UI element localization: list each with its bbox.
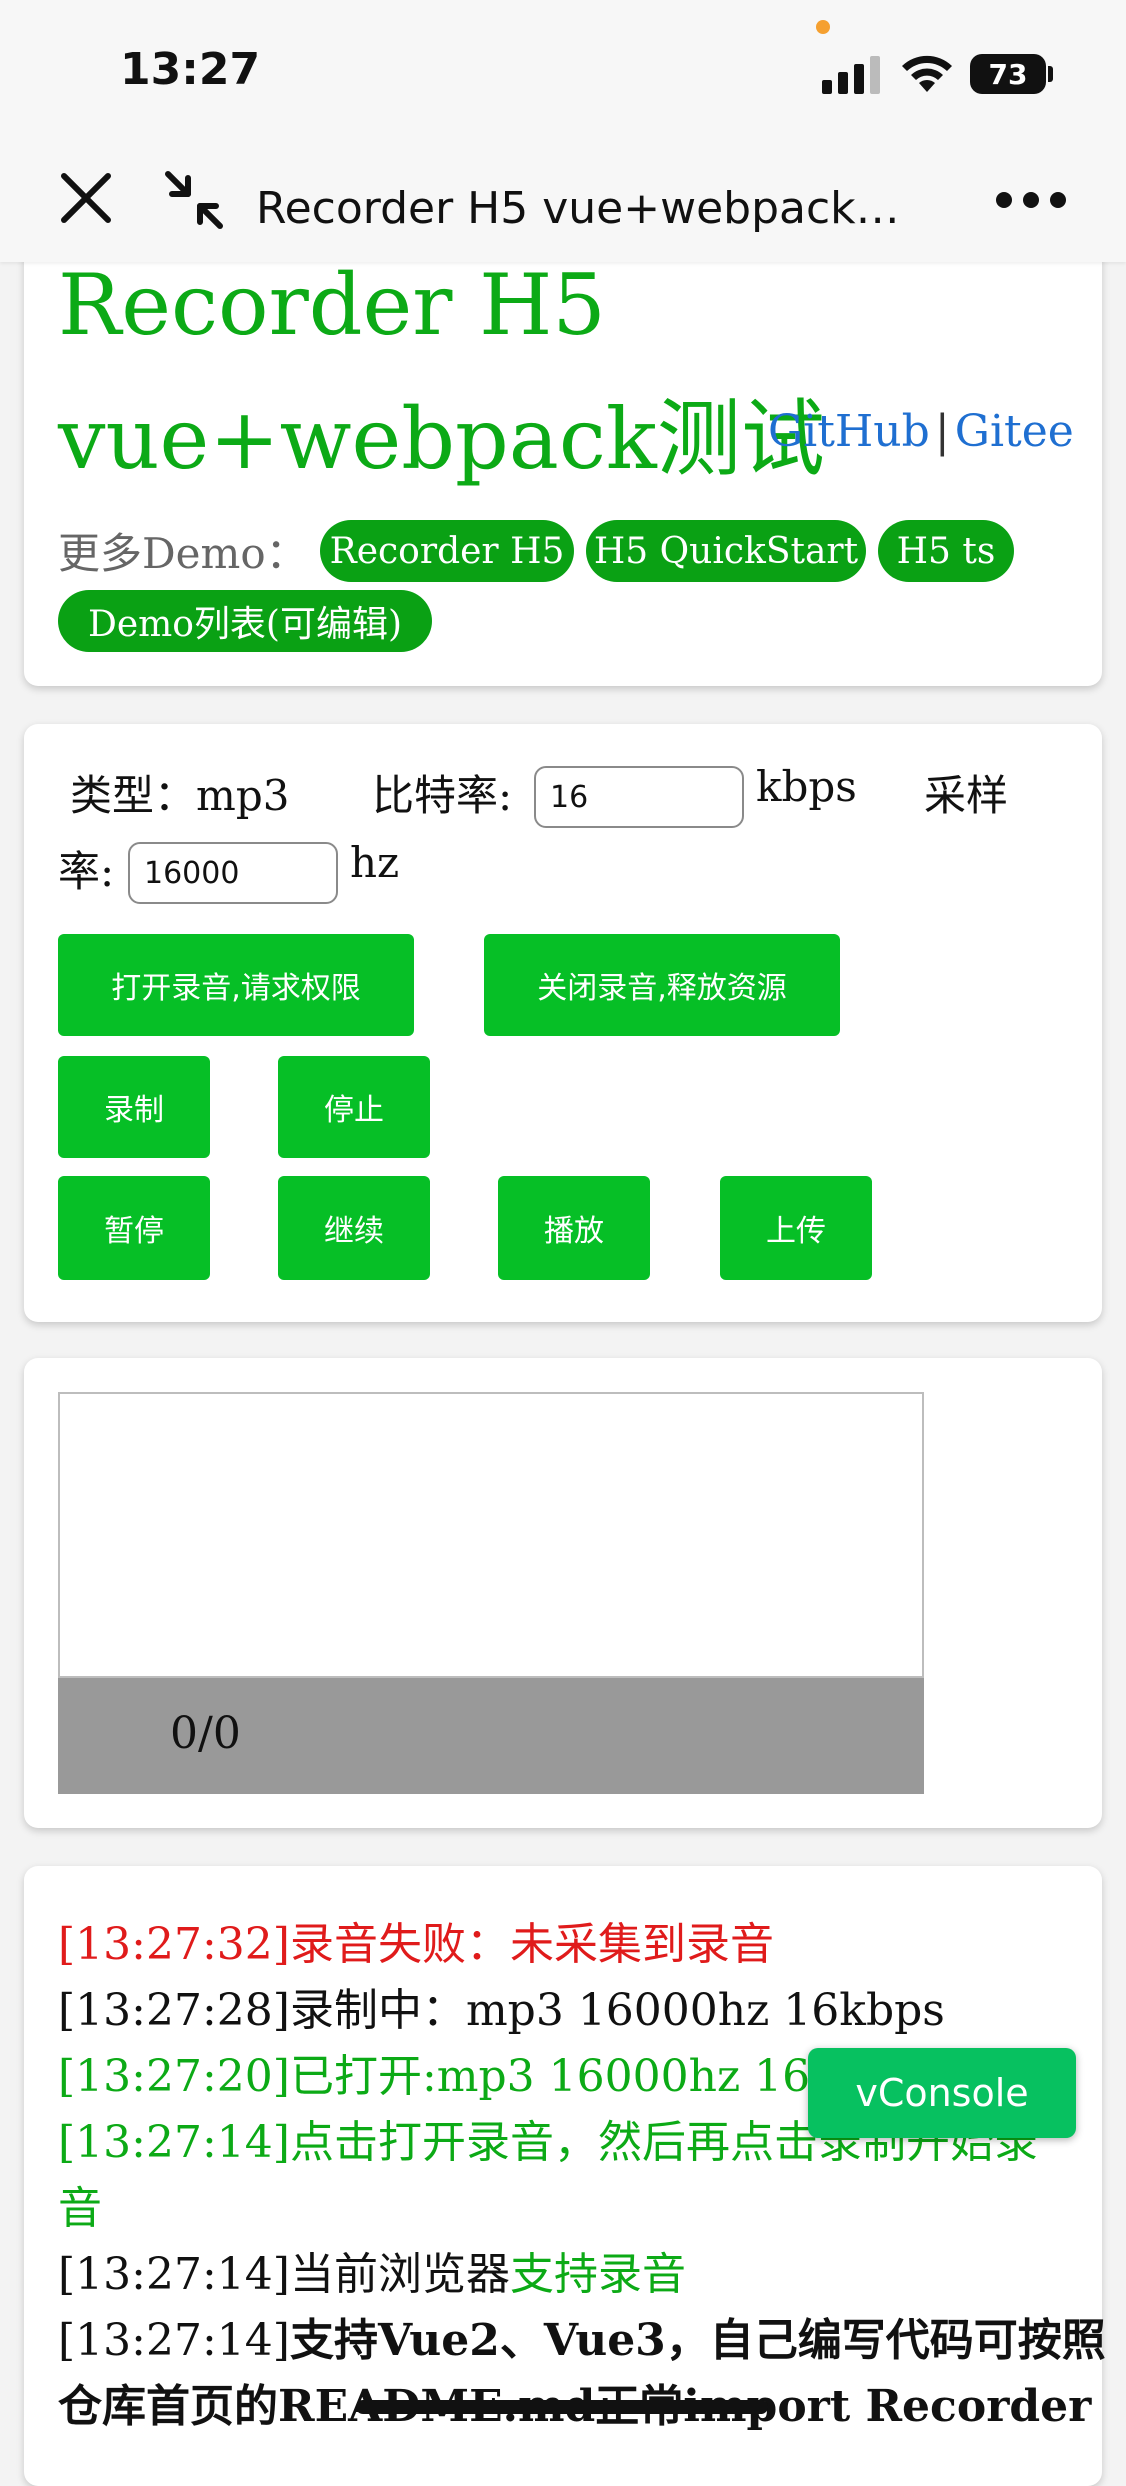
type-label: 类型：mp3	[70, 771, 290, 820]
waveform-canvas	[58, 1392, 924, 1678]
close-icon[interactable]	[58, 170, 114, 226]
gitee-link[interactable]: Gitee	[955, 406, 1074, 457]
privacy-indicator-dot	[816, 20, 830, 34]
log-message: 录音失败：未采集到录音	[289, 1919, 774, 1970]
signal-icon	[822, 56, 884, 94]
wifi-icon	[902, 55, 952, 92]
controls-card: 类型：mp3 比特率: kbps 采样 率: hz 打开录音,请求权限 关闭录音…	[24, 724, 1102, 1322]
bitrate-label: 比特率:	[372, 771, 513, 820]
home-indicator[interactable]	[356, 2400, 768, 2414]
log-line-support: [13:27:14]当前浏览器支持录音	[58, 2238, 686, 2302]
log-vue-message: 支持Vue2、Vue3，自己编写代码可按照	[289, 2315, 1106, 2366]
pause-button[interactable]: 暂停	[58, 1176, 210, 1280]
log-card: [13:27:32]录音失败：未采集到录音 [13:27:28]录制中：mp3 …	[24, 1866, 1106, 2486]
page-title: Recorder H5 vue+webpack测试	[256, 183, 926, 234]
bitrate-input[interactable]	[534, 766, 744, 828]
link-separator: |	[934, 406, 950, 457]
status-time: 13:27	[120, 44, 261, 95]
github-link[interactable]: GitHub	[768, 406, 930, 457]
main-title-line1: Recorder H5	[58, 256, 606, 354]
repo-links: GitHub | Gitee	[768, 406, 1074, 457]
samplerate-unit: hz	[350, 838, 400, 887]
progress-text: 0/0	[170, 1708, 241, 1759]
log-line-recording: [13:27:28]录制中：mp3 16000hz 16kbps	[58, 1985, 945, 2036]
samplerate-label-part2: 率:	[58, 847, 115, 896]
samplerate-input[interactable]	[128, 842, 338, 904]
samplerate-label-part1: 采样	[924, 771, 1009, 820]
battery-icon: 73	[970, 54, 1046, 94]
demo-link-h5-ts[interactable]: H5 ts	[878, 520, 1014, 582]
main-title-line2: vue+webpack测试	[58, 390, 825, 488]
open-recorder-button[interactable]: 打开录音,请求权限	[58, 934, 414, 1036]
log-line-error: [13:27:32]录音失败：未采集到录音	[58, 1908, 774, 1972]
minimize-icon[interactable]	[164, 170, 224, 230]
record-button[interactable]: 录制	[58, 1056, 210, 1158]
battery-level: 73	[988, 57, 1028, 91]
visualizer-card: 0/0	[24, 1358, 1102, 1828]
battery-tip	[1048, 66, 1053, 82]
more-demo-label: 更多Demo：	[58, 529, 308, 578]
close-recorder-button[interactable]: 关闭录音,释放资源	[484, 934, 840, 1036]
log-line-opened: [13:27:20]已打开:mp3 16000hz 16kbps	[58, 2051, 916, 2102]
vconsole-button[interactable]: vConsole	[808, 2048, 1076, 2138]
top-bar: 13:27 73 Recorder H5 vue+webpack测试	[0, 0, 1126, 262]
play-button[interactable]: 播放	[498, 1176, 650, 1280]
stop-button[interactable]: 停止	[278, 1056, 430, 1158]
log-line-vue: [13:27:14]支持Vue2、Vue3，自己编写代码可按照	[58, 2304, 1106, 2368]
demo-link-h5-quickstart[interactable]: H5 QuickStart	[586, 520, 866, 582]
upload-button[interactable]: 上传	[720, 1176, 872, 1280]
demo-link-recorder-h5[interactable]: Recorder H5	[320, 520, 574, 582]
more-icon[interactable]	[996, 188, 1066, 212]
log-support-status: 支持录音	[509, 2249, 686, 2300]
bitrate-unit: kbps	[756, 762, 857, 811]
log-support-prefix: [13:27:14]当前浏览器	[58, 2249, 510, 2300]
log-time: [13:27:14]	[58, 2315, 290, 2366]
log-line-hint-cont: 音	[58, 2183, 102, 2234]
resume-button[interactable]: 继续	[278, 1176, 430, 1280]
demo-link-list[interactable]: Demo列表(可编辑)	[58, 590, 432, 652]
log-time: [13:27:32]	[58, 1919, 290, 1970]
